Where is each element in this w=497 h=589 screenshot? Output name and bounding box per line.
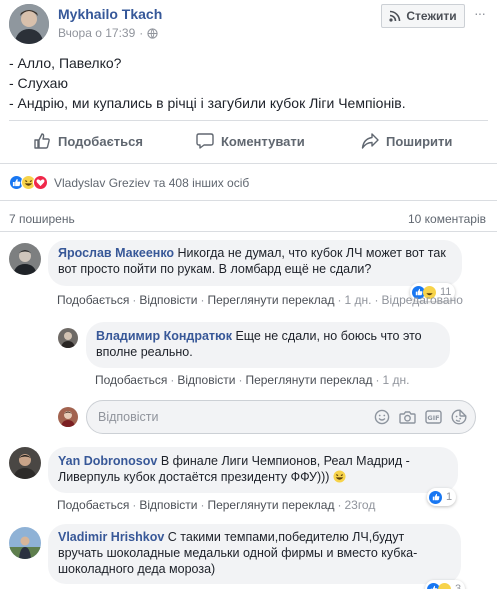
follow-button[interactable]: Стежити: [381, 4, 465, 28]
comment-reaction-badge[interactable]: 1: [427, 488, 457, 506]
comment-reaction-badge[interactable]: 3: [425, 580, 466, 589]
comment-translate-link[interactable]: Переглянути переклад: [245, 373, 372, 387]
share-arrow-icon: [361, 132, 379, 150]
comment-time[interactable]: 1 дн.: [344, 293, 371, 307]
comment-bubble: Владимир Кондратюк Еще не сдали, но боюс…: [86, 322, 450, 368]
comment-bubble: Ярослав Макеенко Никогда не думал, что к…: [48, 240, 462, 286]
rss-feed-icon: [389, 10, 401, 22]
comment-reaction-count: 3: [455, 583, 462, 589]
post-author-name[interactable]: Mykhailo Tkach: [58, 6, 162, 22]
haha-reaction-icon: [438, 582, 451, 589]
laughing-emoji-icon: [333, 470, 346, 483]
comment-author[interactable]: Vladimir Hrishkov: [58, 530, 164, 544]
divider: [0, 231, 497, 232]
comment-reply-link[interactable]: Відповісти: [177, 373, 235, 387]
comment-translate-link[interactable]: Переглянути переклад: [207, 498, 334, 512]
comment-actions: Подобається · Відповісти · Переглянути перек…: [57, 498, 376, 512]
current-user-avatar: [58, 407, 78, 427]
reply-input-placeholder: Відповісти: [98, 410, 159, 424]
share-action-button[interactable]: Поширити: [361, 132, 452, 150]
like-action-button[interactable]: Подобається: [33, 132, 143, 150]
comment-action-label: Коментувати: [221, 133, 305, 149]
like-reaction-icon: [429, 490, 442, 504]
post-options-icon[interactable]: ···: [474, 5, 486, 21]
comment-bubble: Vladimir Hrishkov С такими темпами,побед…: [48, 524, 461, 584]
reactions-summary-text: Vladyslav Greziev та 408 інших осіб: [54, 175, 250, 190]
post-meta: Вчора о 17:39 ·: [58, 26, 158, 40]
comments-count[interactable]: 10 коментарів: [408, 212, 486, 226]
post-text-line: - Слухаю: [9, 75, 68, 91]
post-timestamp[interactable]: Вчора о 17:39: [58, 26, 135, 40]
share-action-label: Поширити: [386, 133, 453, 149]
reply-tools: GIF: [374, 409, 467, 425]
camera-icon[interactable]: [399, 409, 416, 425]
comment-time[interactable]: 1 дн.: [382, 373, 409, 387]
post-body: - Алло, Павелко? - Слухаю - Андрію, ми к…: [9, 53, 406, 113]
commenter-avatar[interactable]: [58, 328, 78, 348]
meta-separator: ·: [139, 26, 144, 40]
thumbs-up-icon: [33, 132, 51, 150]
comment-bubble: Yan Dobronosov В финале Лиги Чемпионов, …: [48, 447, 458, 493]
gif-icon[interactable]: GIF: [425, 409, 442, 425]
comment-translate-link[interactable]: Переглянути переклад: [207, 293, 334, 307]
commenter-avatar[interactable]: [9, 447, 41, 479]
love-reaction-icon: [33, 175, 48, 190]
reactions-summary[interactable]: Vladyslav Greziev та 408 інших осіб: [9, 175, 249, 190]
commenter-avatar[interactable]: [9, 527, 41, 559]
comment-reaction-count: 1: [446, 491, 453, 503]
smiley-icon[interactable]: [374, 409, 390, 425]
comment-actions: Подобається · Відповісти · Переглянути перек…: [57, 293, 463, 307]
post-text-line: - Андрію, ми купались в річці і загубили…: [9, 95, 406, 111]
speech-bubble-icon: [196, 132, 214, 150]
commenter-avatar[interactable]: [9, 243, 41, 275]
divider: [0, 163, 497, 164]
comment-reply-link[interactable]: Відповісти: [139, 498, 197, 512]
comment-like-link[interactable]: Подобається: [57, 293, 129, 307]
comment-edited-label[interactable]: Відредаговано: [381, 293, 462, 307]
divider: [0, 200, 497, 201]
globe-icon[interactable]: [147, 27, 158, 39]
svg-text:GIF: GIF: [427, 414, 439, 422]
comment-author[interactable]: Владимир Кондратюк: [96, 329, 232, 343]
shares-count[interactable]: 7 поширень: [9, 212, 75, 226]
follow-label: Стежити: [406, 9, 457, 23]
comment-like-link[interactable]: Подобається: [95, 373, 167, 387]
comment-author[interactable]: Ярослав Макеенко: [58, 246, 174, 260]
post-author-avatar[interactable]: [9, 4, 49, 44]
comment-like-link[interactable]: Подобається: [57, 498, 129, 512]
like-action-label: Подобається: [58, 133, 143, 149]
post-text-line: - Алло, Павелко?: [9, 55, 122, 71]
comment-author[interactable]: Yan Dobronosov: [58, 454, 157, 468]
reply-input[interactable]: Відповісти GIF: [86, 400, 476, 434]
divider: [9, 120, 488, 121]
comment-time[interactable]: 23год: [344, 498, 375, 512]
sticker-icon[interactable]: [451, 409, 467, 425]
comment-action-button[interactable]: Коментувати: [196, 132, 305, 150]
comment-reply-link[interactable]: Відповісти: [139, 293, 197, 307]
comment-actions: Подобається · Відповісти · Переглянути перек…: [95, 373, 410, 387]
